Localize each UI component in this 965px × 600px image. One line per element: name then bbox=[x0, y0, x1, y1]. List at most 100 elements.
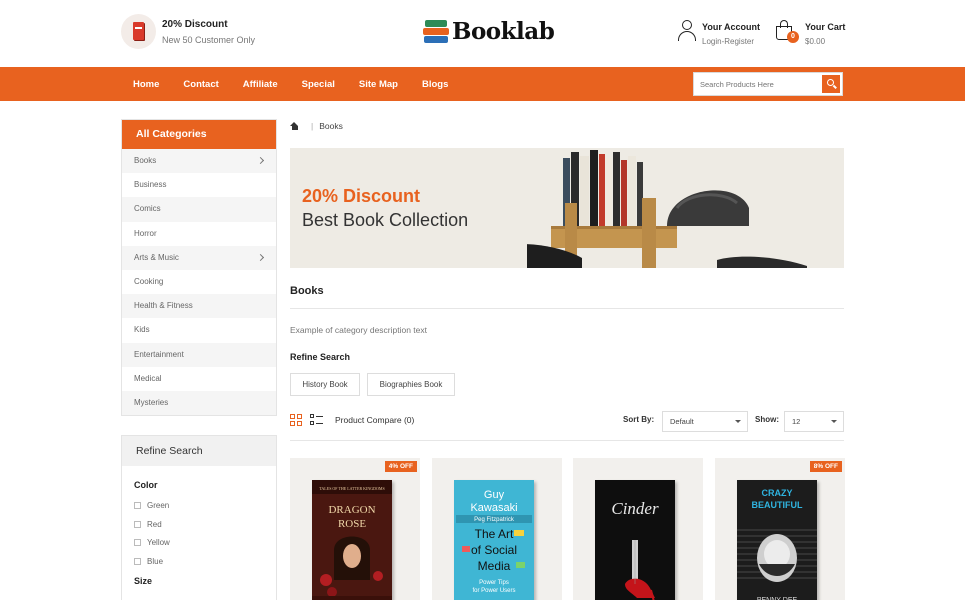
promo-block[interactable]: 20% Discount New 50 Customer Only bbox=[121, 14, 255, 49]
color-option-blue[interactable]: Blue bbox=[122, 552, 276, 571]
svg-text:of Social: of Social bbox=[471, 543, 517, 557]
product-card[interactable]: Cinder bbox=[573, 458, 703, 600]
category-banner[interactable]: 20% Discount Best Book Collection bbox=[290, 148, 844, 268]
cart-count-badge: 0 bbox=[787, 31, 799, 43]
grid-view-icon[interactable] bbox=[290, 414, 302, 426]
option-label: Yellow bbox=[147, 538, 170, 548]
nav-blogs[interactable]: Blogs bbox=[410, 79, 460, 90]
chevron-right-icon bbox=[256, 253, 265, 261]
nav-home[interactable]: Home bbox=[121, 79, 171, 90]
svg-text:Guy: Guy bbox=[484, 489, 505, 501]
search-button[interactable] bbox=[822, 75, 840, 93]
category-item-health-fitness[interactable]: Health & Fitness bbox=[122, 294, 276, 319]
list-view-icon[interactable] bbox=[310, 414, 323, 426]
svg-text:for Power Users: for Power Users bbox=[472, 588, 515, 594]
book-cover-image: Guy Kawasaki Peg Fitzpatrick The Art of … bbox=[454, 480, 534, 600]
category-item-arts-music[interactable]: Arts & Music bbox=[122, 245, 276, 270]
show-label: Show: bbox=[755, 415, 779, 424]
top-header: 20% Discount New 50 Customer Only Bookla… bbox=[0, 0, 965, 67]
breadcrumb-current[interactable]: Books bbox=[319, 121, 343, 131]
svg-text:BEAUTIFUL: BEAUTIFUL bbox=[752, 500, 803, 510]
show-select[interactable]: 12 bbox=[784, 411, 844, 432]
search-input[interactable] bbox=[694, 73, 814, 95]
book-cover-image: Cinder bbox=[595, 480, 675, 600]
category-label: Mysteries bbox=[134, 397, 169, 407]
color-filter-label: Color bbox=[134, 480, 158, 490]
category-label: Books bbox=[134, 156, 157, 165]
product-toolbar: Product Compare (0) Sort By: Default Sho… bbox=[290, 410, 844, 432]
book-icon bbox=[121, 14, 156, 49]
home-icon[interactable] bbox=[290, 122, 299, 130]
account-title: Your Account bbox=[702, 22, 760, 32]
svg-text:Kawasaki: Kawasaki bbox=[470, 502, 517, 514]
category-description: Example of category description text bbox=[290, 325, 428, 335]
category-label: Horror bbox=[134, 228, 157, 238]
svg-text:ROSE: ROSE bbox=[338, 518, 366, 530]
size-filter-label: Size bbox=[134, 575, 153, 586]
product-card[interactable]: CRAZY BEAUTIFUL PENNY DEE 8% OFF bbox=[715, 458, 845, 600]
categories-title: All Categories bbox=[122, 120, 276, 149]
bookshelf-image bbox=[527, 150, 807, 268]
category-label: Health & Fitness bbox=[134, 301, 193, 311]
sort-select[interactable]: Default bbox=[662, 411, 748, 432]
category-label: Business bbox=[134, 180, 167, 190]
book-cover-image: TALES OF THE LATTER KINGDOMS DRAGON ROSE… bbox=[312, 480, 392, 600]
color-option-green[interactable]: Green bbox=[122, 496, 276, 515]
category-item-comics[interactable]: Comics bbox=[122, 197, 276, 222]
account-link[interactable]: Your Account Login-Register bbox=[678, 20, 760, 46]
product-compare-link[interactable]: Product Compare (0) bbox=[335, 415, 414, 425]
option-label: Green bbox=[147, 500, 170, 510]
svg-text:DRAGON: DRAGON bbox=[328, 504, 375, 516]
refine-chip-biographies[interactable]: Biographies Book bbox=[367, 373, 455, 396]
category-item-entertainment[interactable]: Entertainment bbox=[122, 342, 276, 367]
books-stack-icon bbox=[423, 19, 449, 45]
user-icon bbox=[678, 20, 696, 42]
divider bbox=[290, 440, 844, 441]
discount-badge: 8% OFF bbox=[809, 461, 842, 472]
promo-subtitle: New 50 Customer Only bbox=[162, 34, 256, 45]
svg-text:Peg Fitzpatrick: Peg Fitzpatrick bbox=[474, 517, 515, 523]
checkbox[interactable] bbox=[134, 501, 141, 509]
category-label: Medical bbox=[134, 373, 162, 383]
color-option-yellow[interactable]: Yellow bbox=[122, 533, 276, 552]
refine-panel: Refine Search Color Green Red Yellow Blu… bbox=[121, 435, 277, 600]
nav-site-map[interactable]: Site Map bbox=[347, 79, 410, 90]
checkbox[interactable] bbox=[134, 557, 141, 565]
site-logo[interactable]: Booklab bbox=[423, 18, 555, 45]
product-card[interactable]: Guy Kawasaki Peg Fitzpatrick The Art of … bbox=[432, 458, 562, 600]
category-item-medical[interactable]: Medical bbox=[122, 367, 276, 391]
breadcrumb-separator: | bbox=[311, 121, 314, 131]
divider bbox=[290, 308, 844, 309]
checkbox[interactable] bbox=[134, 520, 141, 528]
refine-chip-history[interactable]: History Book bbox=[290, 373, 360, 396]
product-card[interactable]: TALES OF THE LATTER KINGDOMS DRAGON ROSE… bbox=[290, 458, 420, 600]
svg-text:CRAZY: CRAZY bbox=[762, 488, 793, 498]
category-item-books[interactable]: Books bbox=[122, 149, 276, 174]
breadcrumb: | Books bbox=[290, 121, 343, 131]
category-label: Comics bbox=[134, 204, 161, 214]
book-cover-image: CRAZY BEAUTIFUL PENNY DEE bbox=[737, 480, 817, 600]
category-item-horror[interactable]: Horror bbox=[122, 222, 276, 246]
nav-contact[interactable]: Contact bbox=[171, 79, 230, 90]
banner-subheadline: Best Book Collection bbox=[302, 210, 469, 230]
sort-by-label: Sort By: bbox=[623, 415, 655, 424]
cart-link[interactable]: 0 Your Cart $0.00 bbox=[775, 20, 845, 46]
color-option-red[interactable]: Red bbox=[122, 515, 276, 534]
checkbox[interactable] bbox=[134, 539, 141, 547]
svg-text:TALES OF THE LATTER KINGDOMS: TALES OF THE LATTER KINGDOMS bbox=[319, 486, 384, 491]
cart-total: $0.00 bbox=[805, 37, 826, 46]
category-item-cooking[interactable]: Cooking bbox=[122, 270, 276, 294]
chevron-right-icon bbox=[256, 156, 265, 165]
svg-text:The Art: The Art bbox=[475, 527, 514, 541]
main-nav: Home Contact Affiliate Special Site Map … bbox=[0, 67, 965, 101]
shopping-bag-icon: 0 bbox=[775, 20, 799, 43]
category-item-kids[interactable]: Kids bbox=[122, 318, 276, 342]
nav-special[interactable]: Special bbox=[290, 79, 347, 90]
banner-headline: 20% Discount bbox=[302, 186, 421, 206]
category-label: Entertainment bbox=[134, 349, 184, 359]
category-item-mysteries[interactable]: Mysteries bbox=[122, 390, 276, 416]
nav-affiliate[interactable]: Affiliate bbox=[231, 79, 290, 90]
option-label: Red bbox=[147, 519, 162, 529]
category-item-business[interactable]: Business bbox=[122, 173, 276, 197]
category-title: Books bbox=[290, 285, 324, 297]
